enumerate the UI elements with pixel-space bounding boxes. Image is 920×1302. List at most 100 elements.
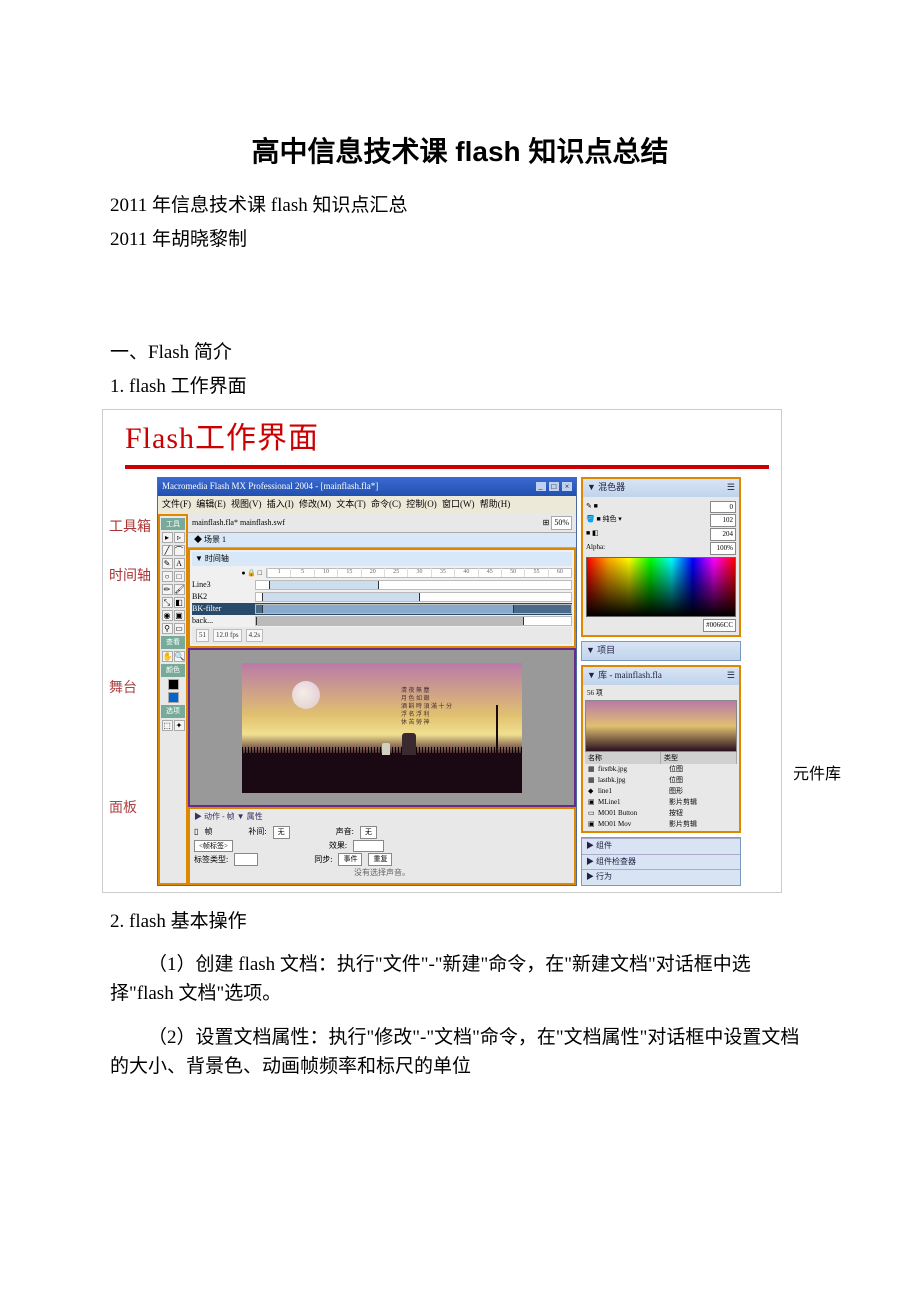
- lib-type-1: 位图: [666, 775, 737, 786]
- doc-subtitle-2: 2011 年胡晓黎制: [110, 225, 810, 254]
- window-controls: _ □ ×: [535, 480, 573, 494]
- color-hex: #0066CC: [703, 619, 736, 632]
- pen-icon: ✎: [162, 558, 173, 569]
- tween-value: 无: [273, 826, 290, 839]
- library-panel: ▼ 库 - mainflash.fla☰ 56 项 名称 类型 ▦firstbk…: [581, 665, 741, 834]
- library-preview: [585, 700, 737, 752]
- ruler-15: 15: [337, 568, 360, 577]
- lib-type-2: 图形: [666, 786, 737, 797]
- prop-tabs: ▶ 动作 - 帧 ▼ 属性: [194, 811, 570, 823]
- label-toolbox: 工具箱: [109, 517, 153, 539]
- zoom-icon: 🔍: [174, 651, 185, 662]
- ruler-20: 20: [361, 568, 384, 577]
- ink-icon: ◉: [162, 610, 173, 621]
- section-heading: 一、Flash 简介: [110, 338, 810, 367]
- menu-insert: 插入(I): [267, 499, 294, 509]
- frame-label: 帧: [204, 826, 212, 838]
- doc-tabs: mainflash.fla* mainflash.swf ⊞ 50%: [188, 514, 576, 533]
- bucket-icon: ▣: [174, 610, 185, 621]
- maximize-icon: □: [549, 482, 559, 491]
- bitmap-icon: ▦: [585, 764, 595, 775]
- ruler-5: 5: [290, 568, 313, 577]
- lib-type-5: 影片剪辑: [666, 819, 737, 830]
- button-icon: ▭: [585, 808, 595, 819]
- bitmap-icon: ▦: [585, 775, 595, 786]
- options-section: 选项: [161, 705, 185, 718]
- item-1: 1. flash 工作界面: [110, 372, 810, 401]
- project-panel: ▼ 项目: [581, 641, 741, 661]
- menu-help: 帮助(H): [480, 499, 511, 509]
- option-icon: ⬚: [162, 720, 173, 731]
- layer-3: back...: [192, 615, 252, 627]
- lib-item-3: MLine1: [595, 797, 666, 808]
- line-icon: ╱: [162, 545, 173, 556]
- person-graphic: [402, 733, 416, 755]
- layer-2: BK-filter: [192, 603, 252, 615]
- transform-icon: ⤡: [162, 597, 173, 608]
- minimize-icon: _: [536, 482, 546, 491]
- hand-icon: ✋: [162, 651, 173, 662]
- zoom-dropdown: 50%: [551, 516, 572, 530]
- figure-flash-ui: Flash工作界面 工具箱 时间轴 舞台 面板 Macromedia Flash…: [102, 409, 810, 892]
- project-panel-title: ▼ 项目: [586, 644, 615, 658]
- sync-label: 同步:: [314, 854, 332, 866]
- label-stage: 舞台: [109, 678, 153, 700]
- tween-label: 补间:: [248, 826, 266, 838]
- snap-icon: ✦: [174, 720, 185, 731]
- effect-label: 效果:: [329, 840, 347, 852]
- frame-icon: ▯: [194, 826, 198, 838]
- close-icon: ×: [562, 482, 572, 491]
- sound-label: 声音:: [336, 826, 354, 838]
- repeat-value: 重复: [368, 853, 392, 866]
- label-type: 标签类型:: [194, 854, 228, 866]
- view-section: 查看: [161, 636, 185, 649]
- subselect-icon: ▹: [174, 532, 185, 543]
- ruler-1: 1: [267, 568, 290, 577]
- brush-icon: 🖌: [174, 584, 185, 595]
- paragraph-2: （2）设置文档属性：执行"修改"-"文档"命令，在"文档属性"对话框中设置文档的…: [110, 1023, 810, 1082]
- prop-hint: 没有选择声音。: [354, 867, 410, 879]
- sync-value: 事件: [338, 853, 362, 866]
- ruler-45: 45: [478, 568, 501, 577]
- cat-graphic: [382, 743, 390, 755]
- menu-edit: 编辑(E): [196, 499, 226, 509]
- pencil-icon: ✏: [162, 584, 173, 595]
- moon-graphic: [292, 681, 320, 709]
- toolbox: 工具 ▸▹ ╱⌒ ✎A ○□ ✏🖌 ⤡◧ ◉▣ ⚲▭ 查看 ✋🔍 颜色: [158, 514, 188, 885]
- window-titlebar: Macromedia Flash MX Professional 2004 - …: [158, 478, 576, 496]
- doc-subtitle-1: 2011 年信息技术课 flash 知识点汇总: [110, 191, 810, 220]
- movieclip-icon: ▣: [585, 797, 595, 808]
- scene-name: 场景 1: [204, 535, 226, 544]
- collapsed-panels: ▶ 组件 ▶ 组件检查器 ▶ 行为: [581, 837, 741, 885]
- color-g: 102: [710, 514, 736, 527]
- doc-tab-names: mainflash.fla* mainflash.swf: [192, 517, 285, 529]
- layer-0: Line3: [192, 579, 252, 591]
- figure-rule: [125, 465, 769, 469]
- scene-bar: ◆ 场景 1: [188, 533, 576, 548]
- color-mode: 纯色: [602, 515, 616, 523]
- layer-1: BK2: [192, 591, 252, 603]
- label-library: 元件库: [793, 763, 841, 788]
- lib-item-1: lastbk.jpg: [595, 775, 666, 786]
- label-timeline: 时间轴: [109, 566, 153, 588]
- lib-col-type: 类型: [661, 752, 737, 765]
- eraser-icon: ▭: [174, 623, 185, 634]
- label-type-value: [234, 853, 258, 866]
- lib-item-4: MO01 Button: [595, 808, 666, 819]
- color-mixer-panel: ▼ 混色器☰ ✎ ■0 🪣 ■ 纯色 ▾102 ■ ◧204 Alpha:100…: [581, 477, 741, 637]
- lasso-icon: ⌒: [174, 545, 185, 556]
- ruler-35: 35: [431, 568, 454, 577]
- item-2: 2. flash 基本操作: [110, 907, 810, 936]
- menu-command: 命令(C): [371, 499, 401, 509]
- panel-menu-icon: ☰: [727, 481, 735, 495]
- fill-color: [168, 692, 179, 703]
- window-title-text: Macromedia Flash MX Professional 2004 - …: [162, 480, 378, 494]
- sound-value: 无: [360, 826, 377, 839]
- stroke-color: [168, 679, 179, 690]
- toolbox-title: 工具: [161, 518, 185, 531]
- behaviors-panel: ▶ 行为: [582, 869, 740, 884]
- ruler-25: 25: [384, 568, 407, 577]
- library-count: 56 项: [585, 687, 737, 700]
- tl-frame: 51: [196, 629, 209, 642]
- library-title: ▼ 库 - mainflash.fla: [587, 669, 662, 683]
